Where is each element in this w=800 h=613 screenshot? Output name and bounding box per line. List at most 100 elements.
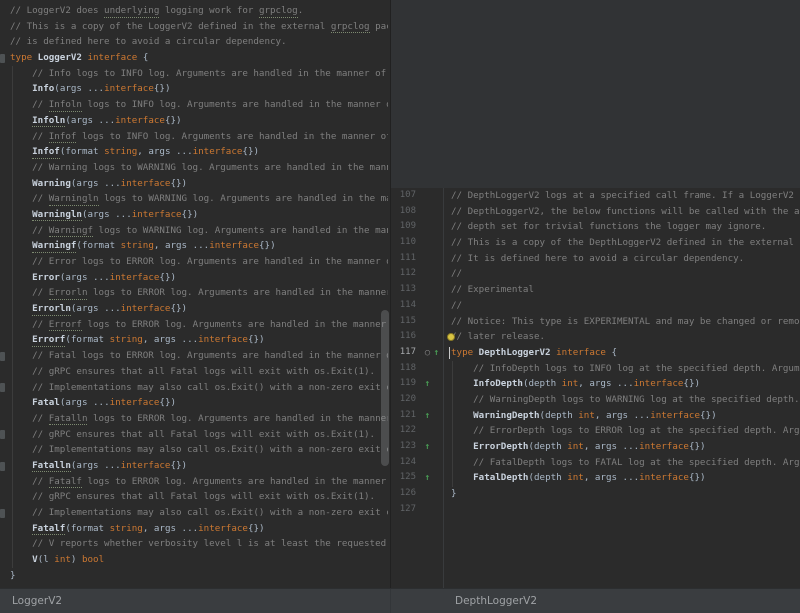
gutter-icon[interactable] <box>0 430 5 439</box>
code-token: {}) <box>259 240 276 251</box>
code-row: 122 // ErrorDepth logs to ERROR log at t… <box>391 423 800 439</box>
code-token: type <box>451 347 479 358</box>
line-number[interactable]: 110 <box>391 235 421 251</box>
code-token: string <box>110 334 143 345</box>
line-number[interactable]: 113 <box>391 282 421 298</box>
code-token: // FatalDepth logs to FATAL log at the s… <box>473 457 800 468</box>
scrollbar-thumb[interactable] <box>381 310 389 466</box>
text-caret <box>449 347 450 359</box>
code-token: (args ... <box>71 178 121 189</box>
line-number[interactable]: 115 <box>391 314 421 330</box>
implemented-marker-icon[interactable]: ↑ <box>423 471 432 487</box>
code-row: 119↑ InfoDepth(depth int, args ...interf… <box>391 376 800 392</box>
code-row: 115// Notice: This type is EXPERIMENTAL … <box>391 314 800 330</box>
code-token: (depth <box>528 441 567 452</box>
line-number[interactable]: 126 <box>391 486 421 502</box>
line-number[interactable]: 116 <box>391 329 421 345</box>
gutter-icon[interactable] <box>0 383 5 392</box>
gutter-icons <box>421 251 443 267</box>
breadcrumb-left[interactable]: LoggerV2 <box>12 595 62 607</box>
code-token: {}) <box>159 272 176 283</box>
implemented-marker-icon[interactable]: ↑ <box>423 440 432 456</box>
line-number[interactable]: 108 <box>391 204 421 220</box>
code-token: (format <box>65 523 109 534</box>
code-line: type LoggerV2 interface { <box>10 50 388 66</box>
breadcrumb-right[interactable]: DepthLoggerV2 <box>455 595 537 607</box>
gutter-icon[interactable] <box>0 462 5 471</box>
code-token: int <box>562 378 579 389</box>
right-editor-pane[interactable]: 107// DepthLoggerV2 logs at a specified … <box>390 0 800 588</box>
code-line: Fatal(args ...interface{}) <box>10 395 388 411</box>
intention-bulb-icon[interactable] <box>447 333 455 341</box>
code-token: // This is a copy of the DepthLoggerV2 d… <box>451 237 800 248</box>
code-token: , args ... <box>584 441 639 452</box>
line-number[interactable]: 125 <box>391 470 421 486</box>
code-token: // <box>32 413 49 424</box>
code-token: logs to INFO log. Arguments are handled … <box>76 131 388 142</box>
line-number[interactable]: 118 <box>391 361 421 377</box>
line-number[interactable]: 122 <box>391 423 421 439</box>
code-token: // Implementations may also call os.Exit… <box>32 444 388 455</box>
code-line: // Warningln logs to WARNING log. Argume… <box>10 191 388 207</box>
code-token: interface <box>639 441 689 452</box>
code-line: // Errorln logs to ERROR log. Arguments … <box>10 285 388 301</box>
line-number[interactable]: 124 <box>391 455 421 471</box>
line-number[interactable]: 119 <box>391 376 421 392</box>
code-token: interface <box>639 472 689 483</box>
empty-editor-area <box>391 0 800 188</box>
code-token: interface <box>121 303 171 314</box>
gutter-icons: ↑ <box>421 470 443 486</box>
implemented-marker-icon[interactable]: ↑ <box>423 409 432 425</box>
code-token: , args ... <box>137 146 192 157</box>
code-line: Errorf(format string, args ...interface{… <box>10 332 388 348</box>
line-number[interactable]: 121 <box>391 408 421 424</box>
gutter-icon[interactable] <box>0 352 5 361</box>
code-line: // Infoln logs to INFO log. Arguments ar… <box>10 97 388 113</box>
code-token: int <box>567 472 584 483</box>
code-line: Errorln(args ...interface{}) <box>10 301 388 317</box>
code-row: 116 // later release. <box>391 329 800 345</box>
code-token: Fatalln <box>32 460 71 473</box>
code-token: // is defined here to avoid a circular d… <box>10 36 287 47</box>
gutter-icon[interactable] <box>0 509 5 518</box>
code-token: , args ... <box>584 472 639 483</box>
code-token <box>10 366 32 377</box>
code-token: // later release. <box>451 331 545 342</box>
line-number[interactable]: 112 <box>391 266 421 282</box>
code-token: // <box>32 476 49 487</box>
code-line: // Implementations may also call os.Exit… <box>10 380 388 396</box>
line-number[interactable]: 107 <box>391 188 421 204</box>
implemented-marker-icon[interactable]: ↑ <box>423 377 432 393</box>
line-number[interactable]: 111 <box>391 251 421 267</box>
line-number[interactable]: 120 <box>391 392 421 408</box>
line-number[interactable]: 114 <box>391 298 421 314</box>
code-line: // Warning logs to WARNING log. Argument… <box>10 160 388 176</box>
code-line: // gRPC ensures that all Fatal logs will… <box>10 364 388 380</box>
code-token: ) <box>71 554 82 565</box>
code-line: // <box>443 298 800 314</box>
code-line: // gRPC ensures that all Fatal logs will… <box>10 489 388 505</box>
code-line: Infof(format string, args ...interface{}… <box>10 144 388 160</box>
code-token: interface <box>132 209 182 220</box>
left-editor-pane[interactable]: // LoggerV2 does underlying logging work… <box>0 0 390 588</box>
code-token: interface <box>556 347 606 358</box>
gutter-icons <box>421 329 443 345</box>
gutter-icon[interactable] <box>0 54 5 63</box>
line-number[interactable]: 117 <box>391 345 421 361</box>
code-token: Infof <box>49 131 77 144</box>
code-token <box>451 472 473 483</box>
line-number[interactable]: 109 <box>391 219 421 235</box>
circle-marker-icon[interactable]: ○ <box>423 346 432 362</box>
code-token <box>451 410 473 421</box>
code-line: WarningDepth(depth int, args ...interfac… <box>443 408 800 424</box>
code-line: Warningf(format string, args ...interfac… <box>10 238 388 254</box>
code-token <box>10 382 32 393</box>
implemented-marker-icon[interactable]: ↑ <box>432 346 441 362</box>
code-token <box>10 99 32 110</box>
line-number[interactable]: 127 <box>391 502 421 518</box>
line-number[interactable]: 123 <box>391 439 421 455</box>
code-token <box>10 209 32 220</box>
gutter-icons <box>421 455 443 471</box>
gutter-icons: ○↑ <box>421 345 443 361</box>
code-token: {}) <box>689 472 706 483</box>
